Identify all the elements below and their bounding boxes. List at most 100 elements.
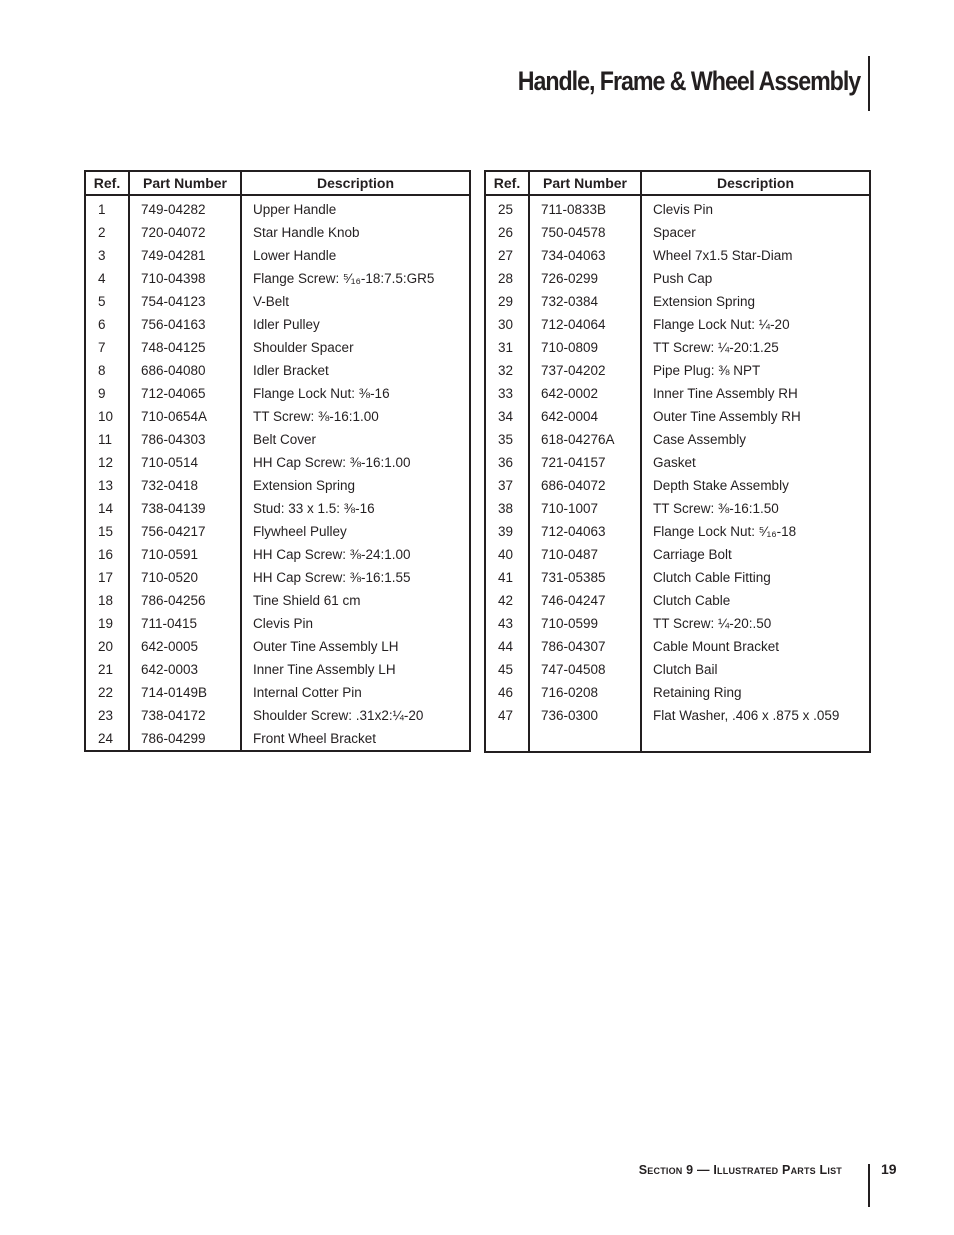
description-cell: Flange Lock Nut: ⅜-16 — [240, 382, 470, 405]
ref-cell: 19 — [98, 616, 114, 631]
description-cell: Belt Cover — [240, 428, 470, 451]
table-row: 31 710-0809 TT Screw: ¼-20:1.25 — [485, 336, 870, 359]
part-number-cell: 750-04578 — [528, 221, 641, 244]
table-row: 34 642-0004 Outer Tine Assembly RH — [485, 405, 870, 428]
table-row: 37 686-04072 Depth Stake Assembly — [485, 474, 870, 497]
part-number-cell: 754-04123 — [128, 290, 241, 313]
ref-cell: 18 — [98, 593, 114, 608]
description-cell: Gasket — [640, 451, 870, 474]
description-cell: Inner Tine Assembly LH — [240, 658, 470, 681]
ref-cell: 12 — [98, 455, 114, 470]
description-cell: Retaining Ring — [640, 681, 870, 704]
ref-cell: 26 — [498, 225, 514, 240]
column-header-description: Description — [240, 171, 470, 196]
description-cell: Outer Tine Assembly LH — [240, 635, 470, 658]
description-cell: Stud: 33 x 1.5: ⅜-16 — [240, 497, 470, 520]
part-number-cell: 712-04064 — [528, 313, 641, 336]
description-cell: Cable Mount Bracket — [640, 635, 870, 658]
ref-cell: 37 — [498, 478, 514, 493]
table-row: 20 642-0005 Outer Tine Assembly LH — [85, 635, 470, 658]
ref-cell: 38 — [498, 501, 514, 516]
part-number-cell: 731-05385 — [528, 566, 641, 589]
part-number-cell: 642-0002 — [528, 382, 641, 405]
table-row: 14 738-04139 Stud: 33 x 1.5: ⅜-16 — [85, 497, 470, 520]
ref-cell: 39 — [498, 524, 514, 539]
part-number-cell: 710-1007 — [528, 497, 641, 520]
ref-cell: 10 — [98, 409, 114, 424]
table-row: 45 747-04508 Clutch Bail — [485, 658, 870, 681]
description-cell: Clutch Cable — [640, 589, 870, 612]
ref-cell: 47 — [498, 708, 514, 723]
column-header-description: Description — [640, 171, 870, 196]
table-row: 2 720-04072 Star Handle Knob — [85, 221, 470, 244]
description-cell: Internal Cotter Pin — [240, 681, 470, 704]
part-number-cell: 786-04299 — [128, 727, 241, 751]
table-row: 29 732-0384 Extension Spring — [485, 290, 870, 313]
table-row: 13 732-0418 Extension Spring — [85, 474, 470, 497]
table-row: 12 710-0514 HH Cap Screw: ⅜-16:1.00 — [85, 451, 470, 474]
table-row: 28 726-0299 Push Cap — [485, 267, 870, 290]
table-row: 1 749-04282 Upper Handle — [85, 195, 470, 221]
table-row: 6 756-04163 Idler Pulley — [85, 313, 470, 336]
part-number-cell: 710-04398 — [128, 267, 241, 290]
ref-cell: 28 — [498, 271, 514, 286]
part-number-cell: 642-0004 — [528, 405, 641, 428]
description-cell: Lower Handle — [240, 244, 470, 267]
ref-cell: 31 — [498, 340, 514, 355]
description-cell: Flywheel Pulley — [240, 520, 470, 543]
description-cell: Idler Pulley — [240, 313, 470, 336]
part-number-cell: 726-0299 — [528, 267, 641, 290]
part-number-cell: 746-04247 — [528, 589, 641, 612]
part-number-cell: 756-04217 — [128, 520, 241, 543]
description-cell: Inner Tine Assembly RH — [640, 382, 870, 405]
parts-table-right: Ref. Part Number Description 25 711-0833B… — [484, 170, 871, 753]
part-number-cell: 737-04202 — [528, 359, 641, 382]
ref-cell: 15 — [98, 524, 114, 539]
ref-cell: 25 — [498, 202, 514, 217]
page-title: Handle, Frame & Wheel Assembly — [517, 66, 861, 96]
table-row: 9 712-04065 Flange Lock Nut: ⅜-16 — [85, 382, 470, 405]
part-number-cell: 710-0520 — [128, 566, 241, 589]
description-cell: Case Assembly — [640, 428, 870, 451]
part-number-cell: 618-04276A — [528, 428, 641, 451]
ref-cell: 44 — [498, 639, 514, 654]
description-cell: HH Cap Screw: ⅜-24:1.00 — [240, 543, 470, 566]
ref-cell: 27 — [498, 248, 514, 263]
empty-cell — [640, 727, 870, 752]
description-cell: Upper Handle — [240, 195, 470, 221]
ref-cell: 35 — [498, 432, 514, 447]
table-row: 47 736-0300 Flat Washer, .406 x .875 x .05… — [485, 704, 870, 727]
table-row: 26 750-04578 Spacer — [485, 221, 870, 244]
description-cell: Clevis Pin — [640, 195, 870, 221]
ref-cell: 9 — [98, 386, 106, 401]
ref-cell: 21 — [98, 662, 114, 677]
description-cell: Flange Lock Nut: ⁵⁄₁₆-18 — [640, 520, 870, 543]
table-row: 22 714-0149B Internal Cotter Pin — [85, 681, 470, 704]
ref-cell: 1 — [98, 202, 106, 217]
table-row: 39 712-04063 Flange Lock Nut: ⁵⁄₁₆-18 — [485, 520, 870, 543]
table-row: 18 786-04256 Tine Shield 61 cm — [85, 589, 470, 612]
ref-cell: 40 — [498, 547, 514, 562]
part-number-cell: 738-04172 — [128, 704, 241, 727]
table-row: 35 618-04276A Case Assembly — [485, 428, 870, 451]
part-number-cell: 736-0300 — [528, 704, 641, 727]
table-row: 40 710-0487 Carriage Bolt — [485, 543, 870, 566]
description-cell: Flange Screw: ⁵⁄₁₆-18:7.5:GR5 — [240, 267, 470, 290]
description-cell: Front Wheel Bracket — [240, 727, 470, 751]
part-number-cell: 642-0003 — [128, 658, 241, 681]
ref-cell: 13 — [98, 478, 114, 493]
description-cell: Tine Shield 61 cm — [240, 589, 470, 612]
ref-cell: 14 — [98, 501, 114, 516]
table-row: 46 716-0208 Retaining Ring — [485, 681, 870, 704]
page-number: 19 — [881, 1161, 897, 1177]
table-row: 43 710-0599 TT Screw: ¼-20:.50 — [485, 612, 870, 635]
column-header-ref: Ref. — [485, 171, 529, 196]
ref-cell: 4 — [98, 271, 106, 286]
part-number-cell: 747-04508 — [528, 658, 641, 681]
description-cell: Star Handle Knob — [240, 221, 470, 244]
part-number-cell: 732-0384 — [528, 290, 641, 313]
part-number-cell: 710-0514 — [128, 451, 241, 474]
ref-cell: 2 — [98, 225, 106, 240]
description-cell: TT Screw: ⅜-16:1.50 — [640, 497, 870, 520]
description-cell: Outer Tine Assembly RH — [640, 405, 870, 428]
